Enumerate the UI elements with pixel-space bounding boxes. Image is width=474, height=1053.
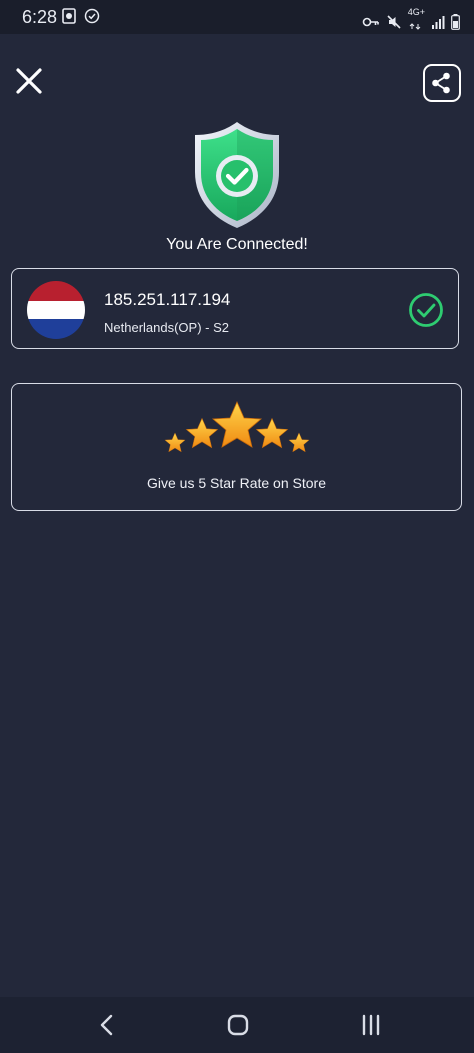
recents-icon xyxy=(362,1014,380,1036)
status-bar: 6:28 4G+ xyxy=(0,0,474,34)
server-name: Netherlands(OP) - S2 xyxy=(104,320,229,335)
close-button[interactable] xyxy=(12,62,46,100)
battery-icon xyxy=(451,13,460,30)
home-icon xyxy=(227,1014,249,1036)
recents-button[interactable] xyxy=(356,1011,386,1039)
notification-app-icon xyxy=(62,8,76,24)
system-nav-bar xyxy=(0,997,474,1053)
five-stars-icon xyxy=(164,401,310,453)
server-card[interactable]: 185.251.117.194 Netherlands(OP) - S2 xyxy=(11,268,459,349)
server-ip: 185.251.117.194 xyxy=(104,290,231,309)
back-chevron-icon xyxy=(100,1014,113,1036)
share-button[interactable] xyxy=(423,64,461,102)
netherlands-flag-icon xyxy=(27,281,85,339)
home-button[interactable] xyxy=(223,1011,253,1039)
signal-icon xyxy=(432,15,445,29)
back-button[interactable] xyxy=(92,1011,122,1039)
status-time: 6:28 xyxy=(22,7,58,27)
network-type: 4G+ xyxy=(407,7,425,17)
rate-card[interactable]: Give us 5 Star Rate on Store xyxy=(11,383,462,511)
close-icon xyxy=(16,68,42,94)
connection-status: You Are Connected! xyxy=(166,236,308,253)
check-circle-icon xyxy=(409,293,443,327)
data-arrows-icon xyxy=(409,23,421,30)
shield-check-icon xyxy=(195,122,279,228)
rate-prompt: Give us 5 Star Rate on Store xyxy=(147,475,326,491)
share-icon xyxy=(432,72,450,94)
vpn-key-icon xyxy=(362,17,379,26)
check-circle-small-icon xyxy=(84,8,100,24)
mute-icon xyxy=(387,14,401,29)
connected-shield xyxy=(193,120,281,230)
